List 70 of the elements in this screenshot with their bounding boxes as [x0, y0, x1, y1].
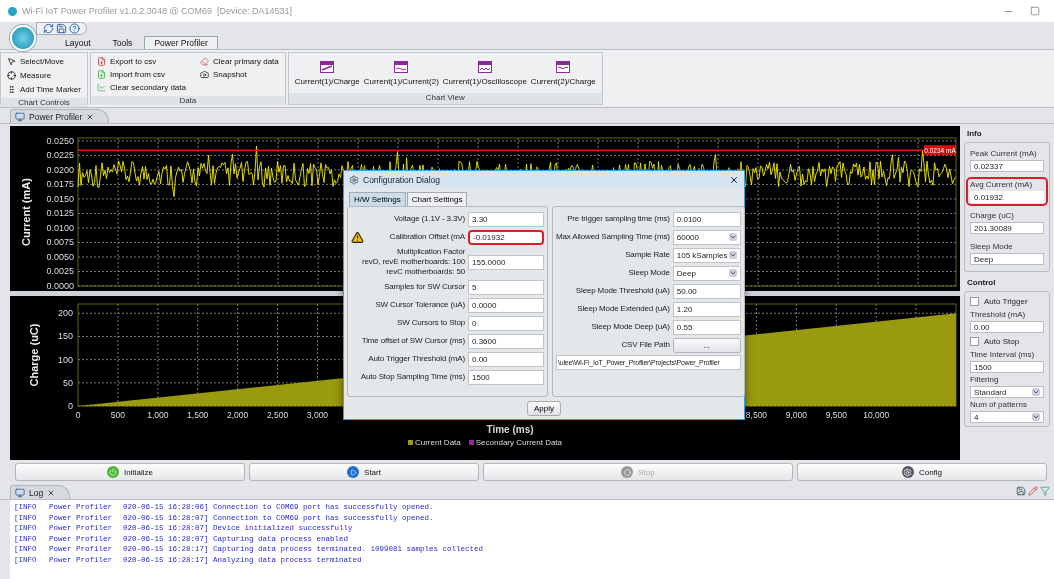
field-label: Calibration Offset (mA — [388, 232, 465, 242]
x-tick-label: 2,500 — [266, 410, 289, 420]
field-label: Peak Current (mA) — [970, 149, 1038, 158]
section-title: Info — [966, 128, 983, 139]
x-tick-label: 1,000 — [147, 410, 169, 420]
field-label: Sleep Mode — [627, 268, 670, 278]
field-label: Voltage (1.1V - 3.3V) — [392, 214, 465, 224]
group-title: Chart Controls — [1, 98, 87, 107]
field-label: CSV File Path — [620, 340, 670, 350]
x-tick-label: 0 — [75, 410, 81, 420]
y-axis-title: Current (mA) — [20, 178, 32, 246]
x-tick-label: 2,000 — [227, 410, 249, 420]
tab-label: Power Profiler — [29, 111, 83, 122]
window-title: Wi-Fi IoT Power Profiler v1.0.2.3048 @ COM69 [Device: DA14531] — [22, 6, 294, 16]
x-axis-title: Time (ms) — [485, 424, 534, 435]
y-tick-label: 0 — [68, 401, 73, 411]
x-tick-label: 9,500 — [825, 410, 847, 420]
y-tick-label: 100 — [57, 354, 73, 365]
field-label: Sleep Mode — [970, 242, 1014, 251]
legend-item: Current Data — [407, 437, 461, 447]
group-title: Chart View — [288, 93, 602, 104]
readout-field: Deep — [970, 253, 1044, 265]
field-label: Filtering — [970, 375, 1000, 384]
y-tick-label: 150 — [57, 331, 73, 342]
field-label: Multiplication Factor revD, revE motherboards: 100 revC motherboards: 50 — [361, 247, 465, 277]
y-axis-title: Charge (uC) — [28, 323, 40, 387]
x-tick-label: 500 — [110, 410, 125, 420]
tab-label: Log — [29, 487, 44, 498]
readout-field: 0.02337 — [970, 160, 1044, 172]
field-label: SW Cursor Tolerance (uA) — [374, 300, 465, 310]
y-tick-label: 0.0225 — [46, 150, 74, 161]
y-tick-label: 0.0250 — [46, 135, 74, 146]
field-label: Sleep Mode Threshold (uA) — [574, 286, 670, 296]
field-label: SW Cursors to Stop — [396, 318, 465, 328]
x-tick-label: 10,000 — [863, 410, 890, 420]
y-tick-label: 0.0200 — [46, 164, 74, 175]
readout-field: 201.30089 — [970, 222, 1044, 234]
field-label: Time Interval (ms) — [970, 350, 1036, 359]
field-label: Samples for SW Cursor — [383, 282, 465, 292]
field-label: Auto Stop Sampling Time (ms) — [359, 372, 465, 382]
x-tick-label: 1,500 — [187, 410, 209, 420]
y-tick-label: 0.0100 — [46, 222, 74, 233]
field-label: Pre trigger sampling time (ms) — [566, 214, 670, 224]
field-label: Num of patterns — [970, 400, 1028, 409]
y-tick-label: 0.0075 — [46, 237, 74, 248]
y-tick-label: 200 — [57, 308, 73, 319]
field-label: Charge (uC) — [970, 211, 1015, 220]
x-tick-label: 8,500 — [745, 410, 768, 420]
readout-field: 0.01932 — [970, 191, 1044, 203]
field-label: Avg Current (mA) — [970, 180, 1034, 189]
y-tick-label: 50 — [63, 377, 73, 388]
field-label: Sample Rate — [624, 250, 670, 260]
field-label: Sleep Mode Extended (uA) — [576, 304, 670, 314]
y-tick-label: 0.0025 — [46, 266, 74, 277]
field-label: Threshold (mA) — [970, 310, 1027, 319]
y-tick-label: 0.0125 — [46, 208, 74, 219]
legend-item: Secondary Current Data — [468, 437, 563, 447]
x-tick-label: 3,000 — [306, 410, 329, 420]
x-tick-label: 9,000 — [785, 410, 807, 420]
y-tick-label: 0.0175 — [46, 179, 74, 190]
y-tick-label: 0.0150 — [46, 193, 74, 204]
field-label: Max Allowed Sampling Time (ms) — [556, 232, 670, 242]
dialog-title: Configuration Dialog — [363, 174, 442, 185]
field-label: Time offset of SW Cursor (ms) — [360, 336, 465, 346]
y-tick-label: 0.0000 — [46, 281, 74, 291]
y-tick-label: 0.0050 — [46, 252, 74, 262]
field-label: Auto Trigger Threshold (mA) — [367, 354, 465, 364]
section-title: Control — [966, 277, 997, 288]
group-title: Data — [90, 96, 285, 105]
field-label: Sleep Mode Deep (uA) — [590, 322, 670, 332]
